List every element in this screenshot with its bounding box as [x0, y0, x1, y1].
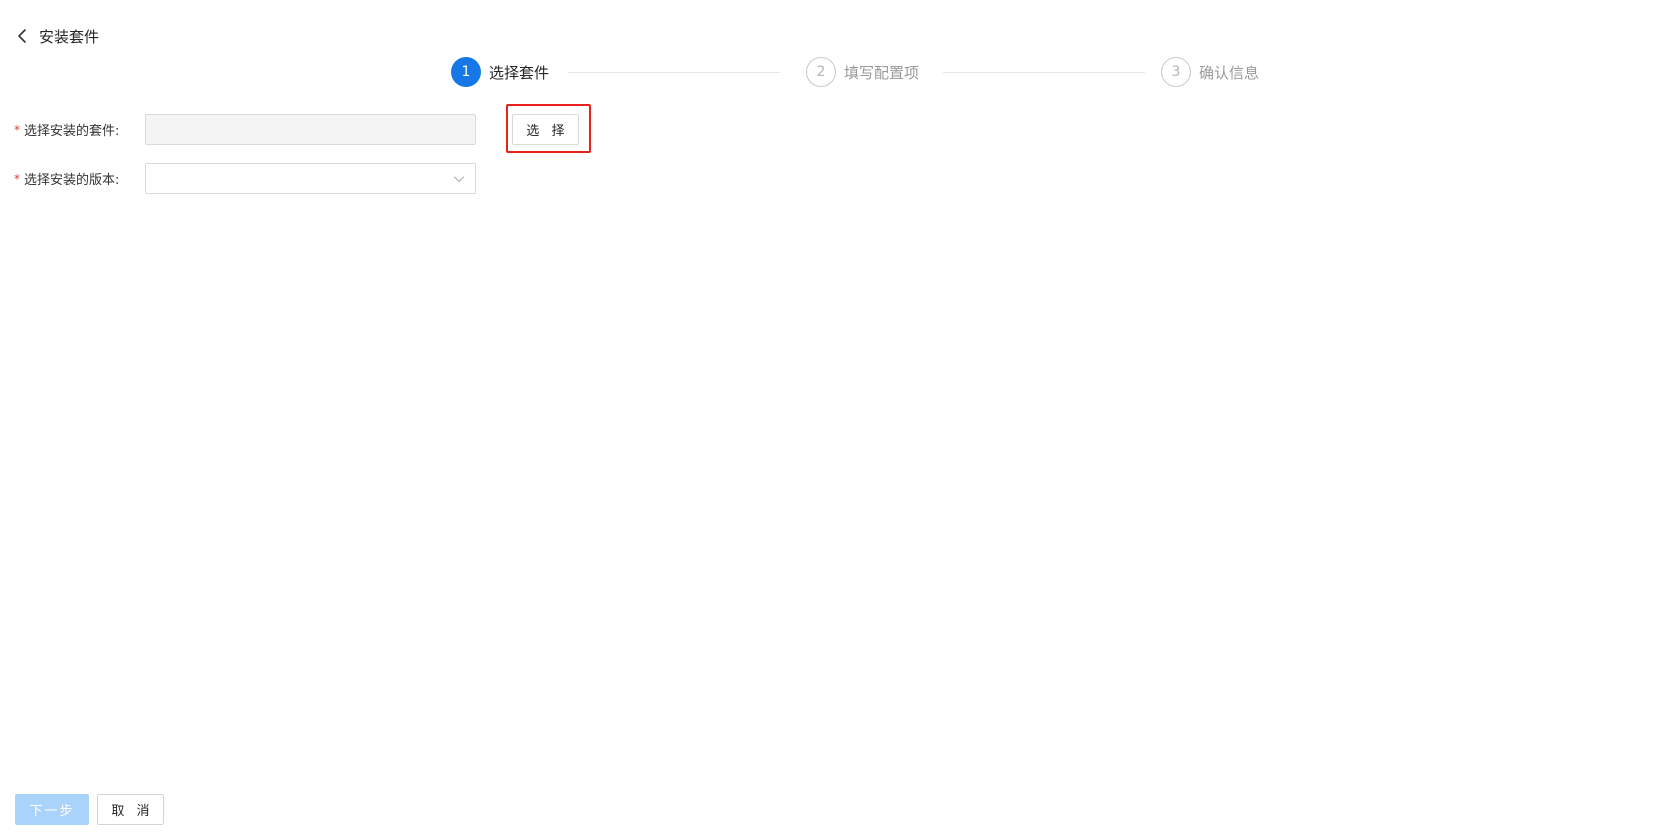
back-header[interactable]: 安装套件: [14, 24, 99, 48]
step-label: 确认信息: [1199, 63, 1260, 82]
step-number: 1: [451, 57, 481, 87]
package-form-row: * 选择安装的套件:: [14, 114, 476, 145]
cancel-button[interactable]: 取 消: [97, 794, 164, 825]
version-label: * 选择安装的版本:: [14, 169, 145, 189]
package-label-text: 选择安装的套件:: [24, 124, 120, 139]
required-mark: *: [14, 171, 20, 186]
select-package-button[interactable]: 选 择: [512, 114, 579, 145]
step-number: 3: [1161, 57, 1191, 87]
step-label: 选择套件: [489, 63, 550, 82]
step-connector-2: [943, 72, 1145, 73]
chevron-left-icon[interactable]: [14, 27, 32, 45]
required-mark: *: [14, 122, 20, 137]
chevron-down-icon: [453, 176, 465, 183]
step-number: 2: [806, 57, 836, 87]
step-connector-1: [568, 72, 780, 73]
step-confirm-info: 3 确认信息: [1161, 57, 1259, 87]
package-input[interactable]: [145, 114, 476, 145]
step-label: 填写配置项: [844, 63, 920, 82]
package-label: * 选择安装的套件:: [14, 120, 145, 140]
install-package-page: 安装套件 1 选择套件 2 填写配置项 3 确认信息 * 选择安装的套件: 选 …: [0, 0, 1661, 836]
next-step-button[interactable]: 下一步: [15, 794, 89, 825]
step-select-package: 1 选择套件: [451, 57, 549, 87]
version-select[interactable]: [145, 163, 476, 194]
step-fill-config: 2 填写配置项: [806, 57, 919, 87]
version-form-row: * 选择安装的版本:: [14, 163, 476, 194]
version-label-text: 选择安装的版本:: [24, 173, 120, 188]
page-title: 安装套件: [39, 27, 100, 46]
steps-bar: 1 选择套件 2 填写配置项 3 确认信息: [0, 57, 1661, 87]
